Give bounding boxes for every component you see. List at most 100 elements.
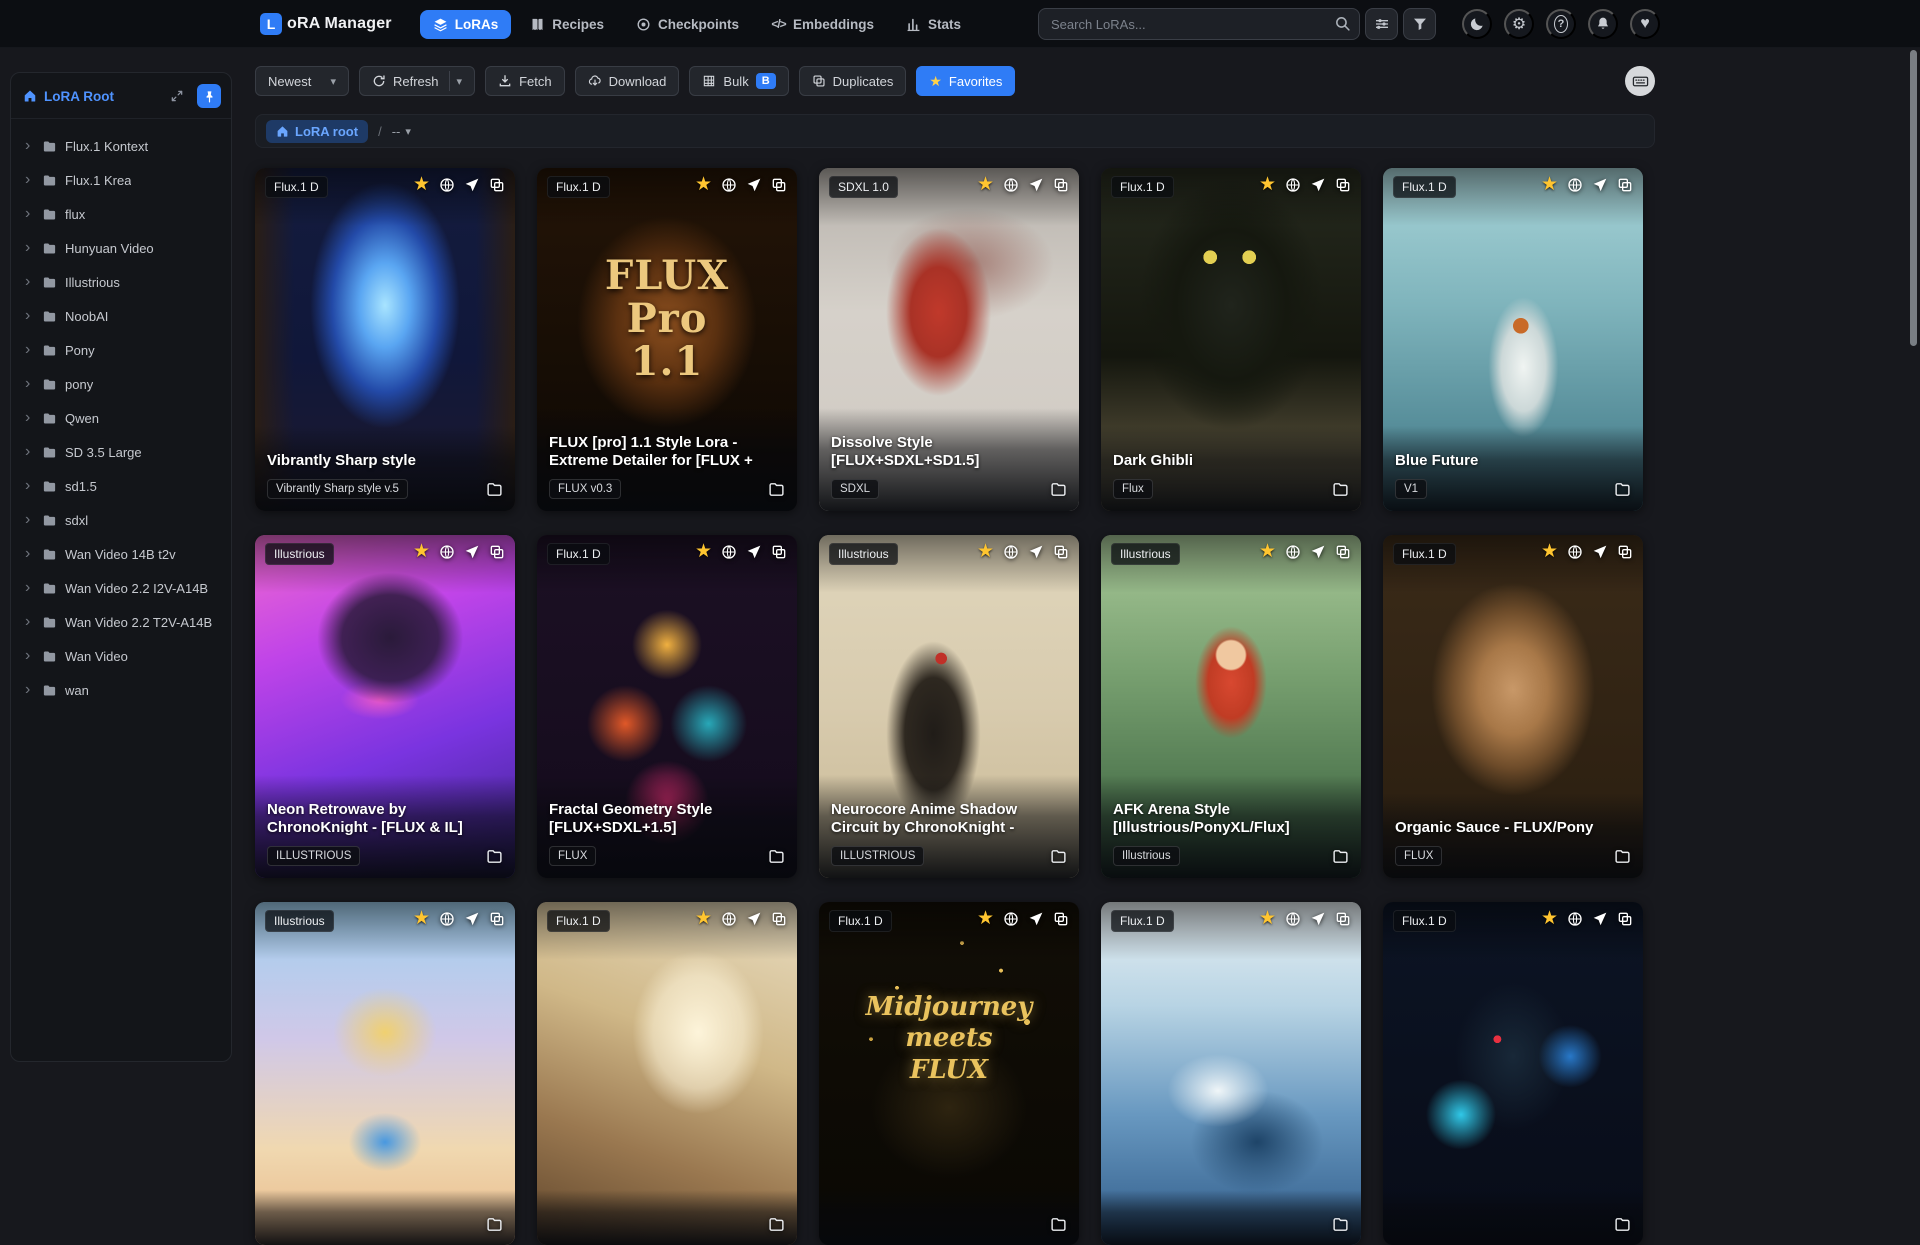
globe-icon[interactable] bbox=[439, 911, 455, 927]
copy-icon[interactable] bbox=[771, 911, 787, 927]
globe-icon[interactable] bbox=[1567, 911, 1583, 927]
favorite-star-icon[interactable]: ★ bbox=[695, 542, 712, 561]
lora-card[interactable]: Midjourney meets FLUX Flux.1 D ★ bbox=[819, 902, 1079, 1245]
sort-select[interactable]: Newest ▾ bbox=[255, 66, 349, 96]
chevron-right-icon[interactable]: › bbox=[25, 376, 34, 392]
nav-item-checkpoints[interactable]: Checkpoints bbox=[623, 10, 752, 39]
chevron-right-icon[interactable]: › bbox=[25, 206, 34, 222]
lora-card[interactable]: FLUX Pro 1.1 Flux.1 D ★ FLUX [pro] 1.1 S… bbox=[537, 168, 797, 511]
help-button[interactable]: ? bbox=[1546, 9, 1576, 39]
favorite-star-icon[interactable]: ★ bbox=[1541, 542, 1558, 561]
send-icon[interactable] bbox=[1310, 177, 1326, 193]
open-folder-icon[interactable] bbox=[1614, 481, 1631, 498]
copy-icon[interactable] bbox=[1053, 911, 1069, 927]
sidebar-folder-item[interactable]: › pony bbox=[17, 367, 225, 401]
send-icon[interactable] bbox=[1592, 911, 1608, 927]
lora-card[interactable]: Illustrious ★ bbox=[255, 902, 515, 1245]
chevron-right-icon[interactable]: › bbox=[25, 580, 34, 596]
duplicates-button[interactable]: Duplicates bbox=[798, 66, 907, 96]
sidebar-folder-item[interactable]: › sdxl bbox=[17, 503, 225, 537]
copy-icon[interactable] bbox=[1053, 544, 1069, 560]
chevron-right-icon[interactable]: › bbox=[25, 274, 34, 290]
copy-icon[interactable] bbox=[489, 544, 505, 560]
open-folder-icon[interactable] bbox=[768, 481, 785, 498]
globe-icon[interactable] bbox=[1285, 177, 1301, 193]
nav-item-loras[interactable]: LoRAs bbox=[419, 9, 512, 39]
chevron-right-icon[interactable]: › bbox=[25, 138, 34, 154]
fetch-button[interactable]: Fetch bbox=[485, 66, 565, 96]
copy-icon[interactable] bbox=[1617, 544, 1633, 560]
copy-icon[interactable] bbox=[1053, 177, 1069, 193]
favorite-star-icon[interactable]: ★ bbox=[1259, 175, 1276, 194]
lora-card[interactable]: Illustrious ★ N bbox=[819, 535, 1079, 878]
copy-icon[interactable] bbox=[1335, 177, 1351, 193]
chevron-right-icon[interactable]: › bbox=[25, 240, 34, 256]
page-scrollbar[interactable] bbox=[1909, 48, 1918, 1080]
bulk-button[interactable]: Bulk B bbox=[689, 66, 789, 96]
expand-icon[interactable] bbox=[170, 89, 184, 103]
open-folder-icon[interactable] bbox=[486, 848, 503, 865]
send-icon[interactable] bbox=[746, 911, 762, 927]
copy-icon[interactable] bbox=[1335, 544, 1351, 560]
settings-button[interactable]: ⚙ bbox=[1504, 9, 1534, 39]
chevron-right-icon[interactable]: › bbox=[25, 478, 34, 494]
keyboard-shortcuts-button[interactable] bbox=[1625, 66, 1655, 96]
lora-card[interactable]: Flux.1 D ★ bbox=[537, 902, 797, 1245]
sidebar-folder-item[interactable]: › Wan Video 2.2 I2V-A14B bbox=[17, 571, 225, 605]
send-icon[interactable] bbox=[1028, 544, 1044, 560]
favorite-star-icon[interactable]: ★ bbox=[413, 909, 430, 928]
sidebar-folder-item[interactable]: › flux bbox=[17, 197, 225, 231]
globe-icon[interactable] bbox=[1567, 544, 1583, 560]
nav-item-stats[interactable]: Stats bbox=[893, 10, 974, 39]
refresh-button[interactable]: Refresh ▾ bbox=[359, 66, 476, 96]
copy-icon[interactable] bbox=[771, 177, 787, 193]
open-folder-icon[interactable] bbox=[1050, 848, 1067, 865]
send-icon[interactable] bbox=[464, 544, 480, 560]
open-folder-icon[interactable] bbox=[1332, 1216, 1349, 1233]
lora-card[interactable]: Flux.1 D ★ Fractal Geometry Style [FLUX+… bbox=[537, 535, 797, 878]
favorite-star-icon[interactable]: ★ bbox=[695, 909, 712, 928]
chevron-right-icon[interactable]: › bbox=[25, 410, 34, 426]
notifications-button[interactable] bbox=[1588, 9, 1618, 39]
sidebar-folder-item[interactable]: › Illustrious bbox=[17, 265, 225, 299]
send-icon[interactable] bbox=[1592, 177, 1608, 193]
chevron-right-icon[interactable]: › bbox=[25, 444, 34, 460]
copy-icon[interactable] bbox=[1617, 177, 1633, 193]
globe-icon[interactable] bbox=[1567, 177, 1583, 193]
sidebar-folder-item[interactable]: › Flux.1 Kontext bbox=[17, 129, 225, 163]
favorite-star-icon[interactable]: ★ bbox=[977, 909, 994, 928]
send-icon[interactable] bbox=[464, 177, 480, 193]
lora-card[interactable]: Flux.1 D ★ Vibrantly Sharp style Vibrant… bbox=[255, 168, 515, 511]
lora-card[interactable]: SDXL 1.0 ★ Dissolve Style [FLUX+SDXL+SD1… bbox=[819, 168, 1079, 511]
search-icon[interactable] bbox=[1334, 15, 1351, 32]
chevron-right-icon[interactable]: › bbox=[25, 546, 34, 562]
sidebar-folder-item[interactable]: › Wan Video bbox=[17, 639, 225, 673]
breadcrumb-current[interactable]: -- ▾ bbox=[392, 124, 411, 139]
globe-icon[interactable] bbox=[439, 177, 455, 193]
sidebar-folder-item[interactable]: › SD 3.5 Large bbox=[17, 435, 225, 469]
lora-card[interactable]: Flux.1 D ★ bbox=[1101, 902, 1361, 1245]
sidebar-folder-item[interactable]: › Wan Video 2.2 T2V-A14B bbox=[17, 605, 225, 639]
sidebar-folder-item[interactable]: › Flux.1 Krea bbox=[17, 163, 225, 197]
favorite-star-icon[interactable]: ★ bbox=[1259, 909, 1276, 928]
favorites-filter-button[interactable]: ★ Favorites bbox=[916, 66, 1016, 96]
globe-icon[interactable] bbox=[1003, 544, 1019, 560]
chevron-right-icon[interactable]: › bbox=[25, 172, 34, 188]
send-icon[interactable] bbox=[1028, 911, 1044, 927]
search-input[interactable] bbox=[1038, 8, 1360, 40]
favorite-star-icon[interactable]: ★ bbox=[695, 175, 712, 194]
globe-icon[interactable] bbox=[721, 177, 737, 193]
chevron-right-icon[interactable]: › bbox=[25, 614, 34, 630]
copy-icon[interactable] bbox=[489, 911, 505, 927]
open-folder-icon[interactable] bbox=[1050, 1216, 1067, 1233]
favorite-star-icon[interactable]: ★ bbox=[977, 175, 994, 194]
sidebar-root-label[interactable]: LoRA Root bbox=[44, 89, 163, 104]
copy-icon[interactable] bbox=[489, 177, 505, 193]
nav-item-recipes[interactable]: Recipes bbox=[517, 10, 617, 39]
send-icon[interactable] bbox=[1592, 544, 1608, 560]
filter-button[interactable] bbox=[1403, 8, 1436, 40]
globe-icon[interactable] bbox=[1285, 911, 1301, 927]
open-folder-icon[interactable] bbox=[1614, 848, 1631, 865]
sidebar-folder-item[interactable]: › wan bbox=[17, 673, 225, 707]
favorite-star-icon[interactable]: ★ bbox=[1259, 542, 1276, 561]
